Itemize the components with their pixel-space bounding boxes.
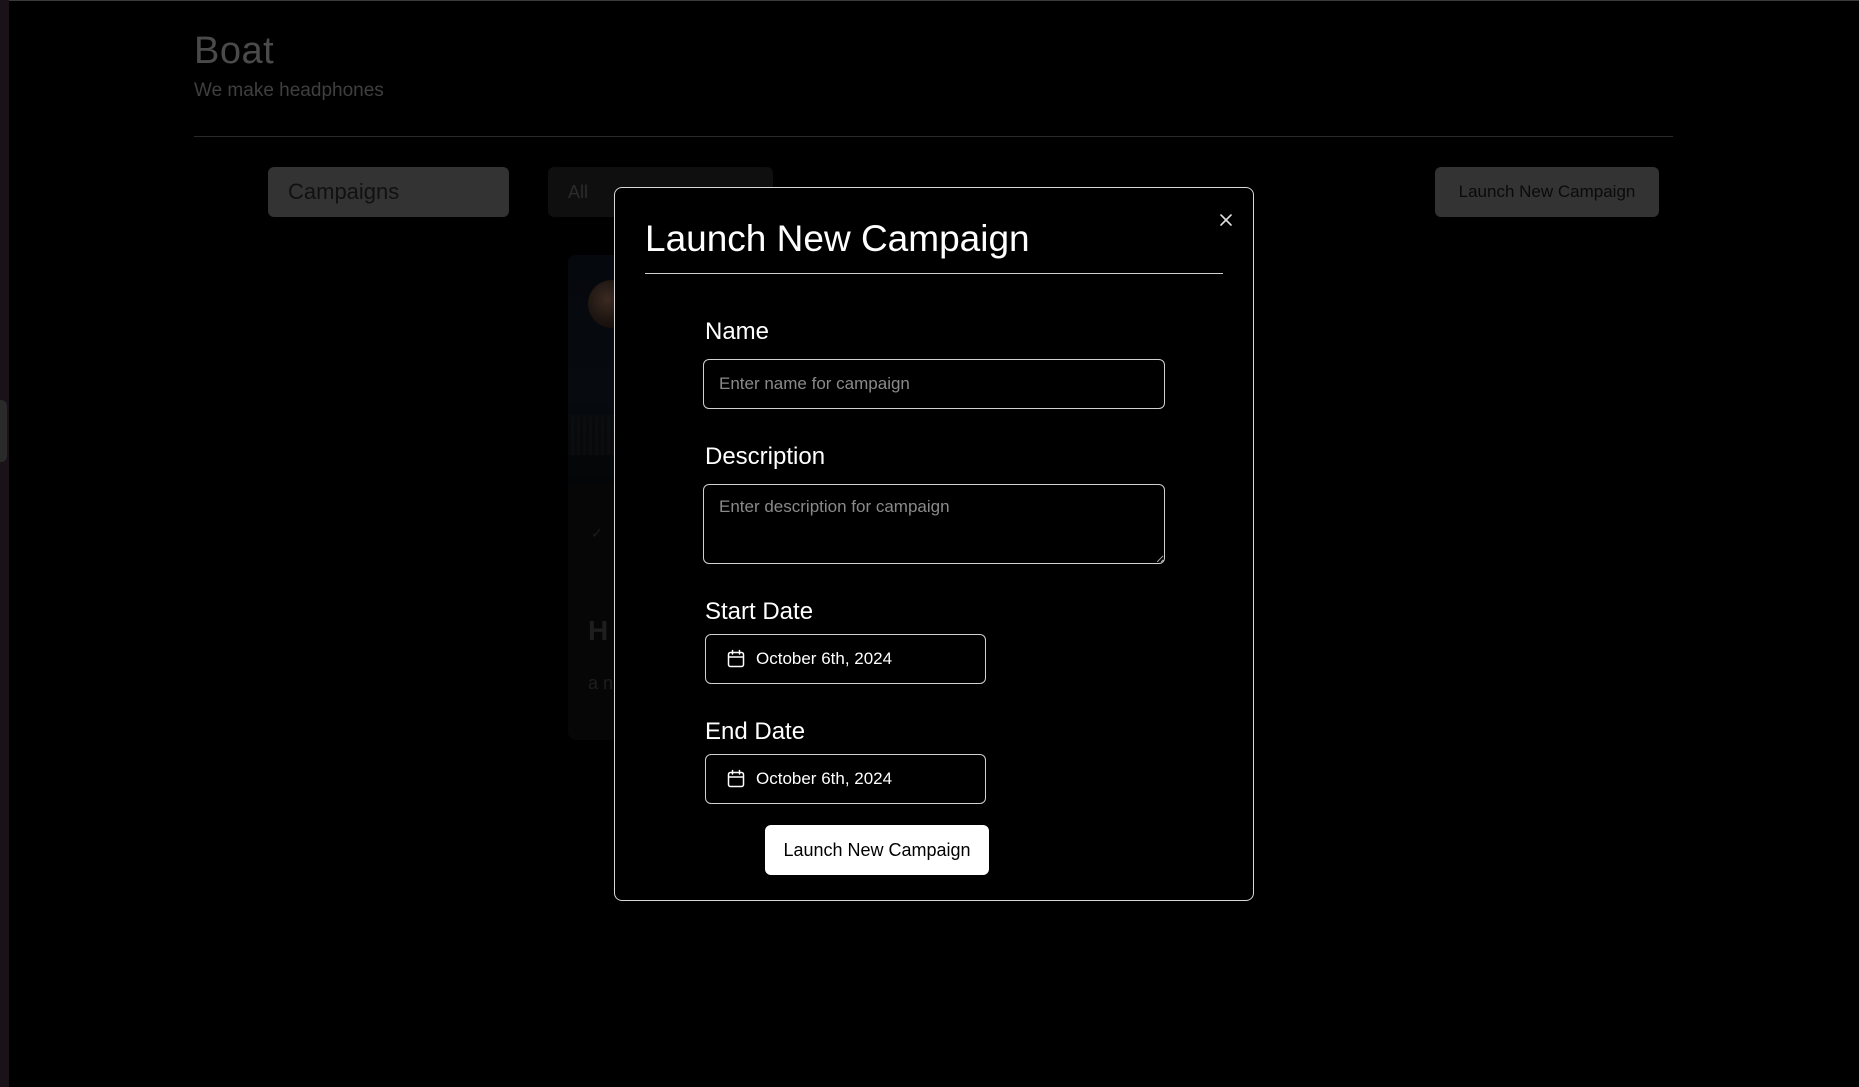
start-date-picker[interactable]: October 6th, 2024 [705,634,986,684]
campaign-card-description: a n [588,673,614,693]
brand-subtitle: We make headphones [194,80,384,101]
campaigns-tab[interactable]: Campaigns [268,167,509,217]
calendar-icon [726,769,746,789]
campaign-card-title: H [588,615,609,646]
campaign-description-input[interactable] [703,484,1165,564]
check-icon: ✓ [591,525,603,541]
end-date-value: October 6th, 2024 [756,769,893,788]
start-date-value: October 6th, 2024 [756,649,893,668]
description-label: Description [705,443,826,470]
brand-title: Boat [194,30,275,72]
dialog-title: Launch New Campaign [645,218,1030,259]
calendar-icon [726,649,746,669]
launch-campaign-button[interactable]: Launch New Campaign [1435,167,1659,217]
dialog-divider [645,273,1223,274]
close-icon [1213,207,1239,233]
end-date-label: End Date [705,718,806,745]
campaign-name-input[interactable] [703,359,1165,409]
end-date-picker[interactable]: October 6th, 2024 [705,754,986,804]
name-label: Name [705,318,770,345]
launch-campaign-dialog: Launch New Campaign Name Description Sta… [614,187,1254,901]
header-divider [194,136,1673,137]
app-frame: Boat We make headphones Campaigns All La… [0,0,1859,1087]
start-date-label: Start Date [705,598,814,625]
submit-launch-campaign-button[interactable]: Launch New Campaign [765,825,989,875]
close-button[interactable] [1213,207,1239,233]
